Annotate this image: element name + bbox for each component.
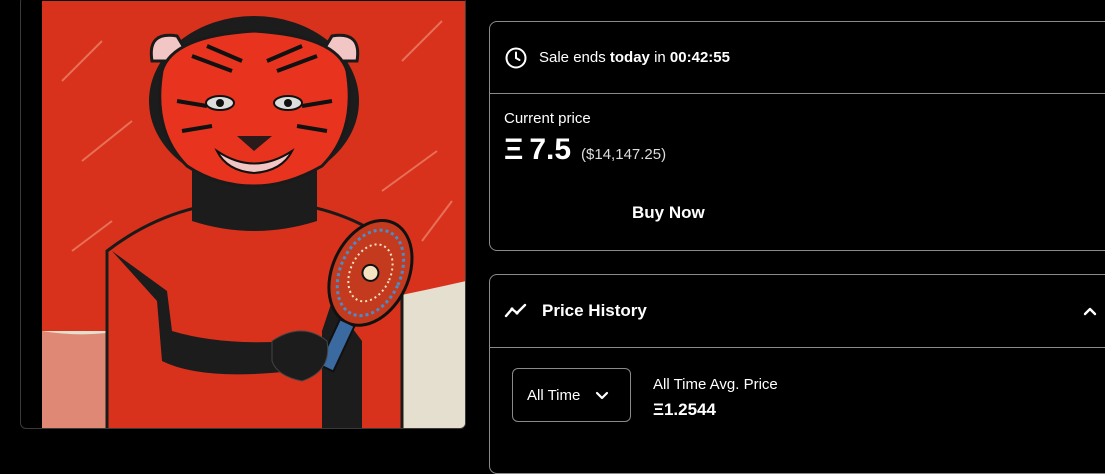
avg-price-label: All Time Avg. Price xyxy=(653,376,778,393)
sale-countdown-row: Sale ends today in 00:42:55 xyxy=(490,22,1105,94)
sale-prefix: Sale ends xyxy=(539,49,610,66)
chevron-up-icon[interactable] xyxy=(1080,301,1100,321)
sale-day: today xyxy=(609,49,650,66)
price-line: Ξ 7.5 ($14,147.25) xyxy=(504,133,1104,167)
eth-icon: Ξ xyxy=(504,133,524,166)
current-price-block: Current price Ξ 7.5 ($14,147.25) xyxy=(490,94,1105,167)
sale-ends-text: Sale ends today in 00:42:55 xyxy=(539,49,730,66)
sale-countdown: 00:42:55 xyxy=(669,49,730,66)
artwork-image xyxy=(42,1,465,428)
current-price-label: Current price xyxy=(504,110,591,127)
buy-now-button[interactable]: Buy Now xyxy=(632,203,705,223)
price-history-panel: Price History All Time All Time Avg. Pri… xyxy=(489,274,1105,474)
chevron-down-icon xyxy=(596,391,609,400)
artwork-frame xyxy=(20,0,466,429)
price-history-title: Price History xyxy=(542,301,647,320)
trend-icon xyxy=(504,303,527,318)
price-value: 7.5 xyxy=(529,133,572,166)
sale-mid: in xyxy=(649,49,670,66)
sale-panel: Sale ends today in 00:42:55 Current pric… xyxy=(489,21,1105,251)
clock-icon xyxy=(505,47,527,68)
time-range-value: All Time xyxy=(527,386,581,404)
price-usd: ($14,147.25) xyxy=(581,146,667,163)
avg-price-value: Ξ1.2544 xyxy=(653,400,716,419)
price-history-header[interactable]: Price History xyxy=(490,275,1105,348)
time-range-select[interactable]: All Time xyxy=(512,368,631,422)
